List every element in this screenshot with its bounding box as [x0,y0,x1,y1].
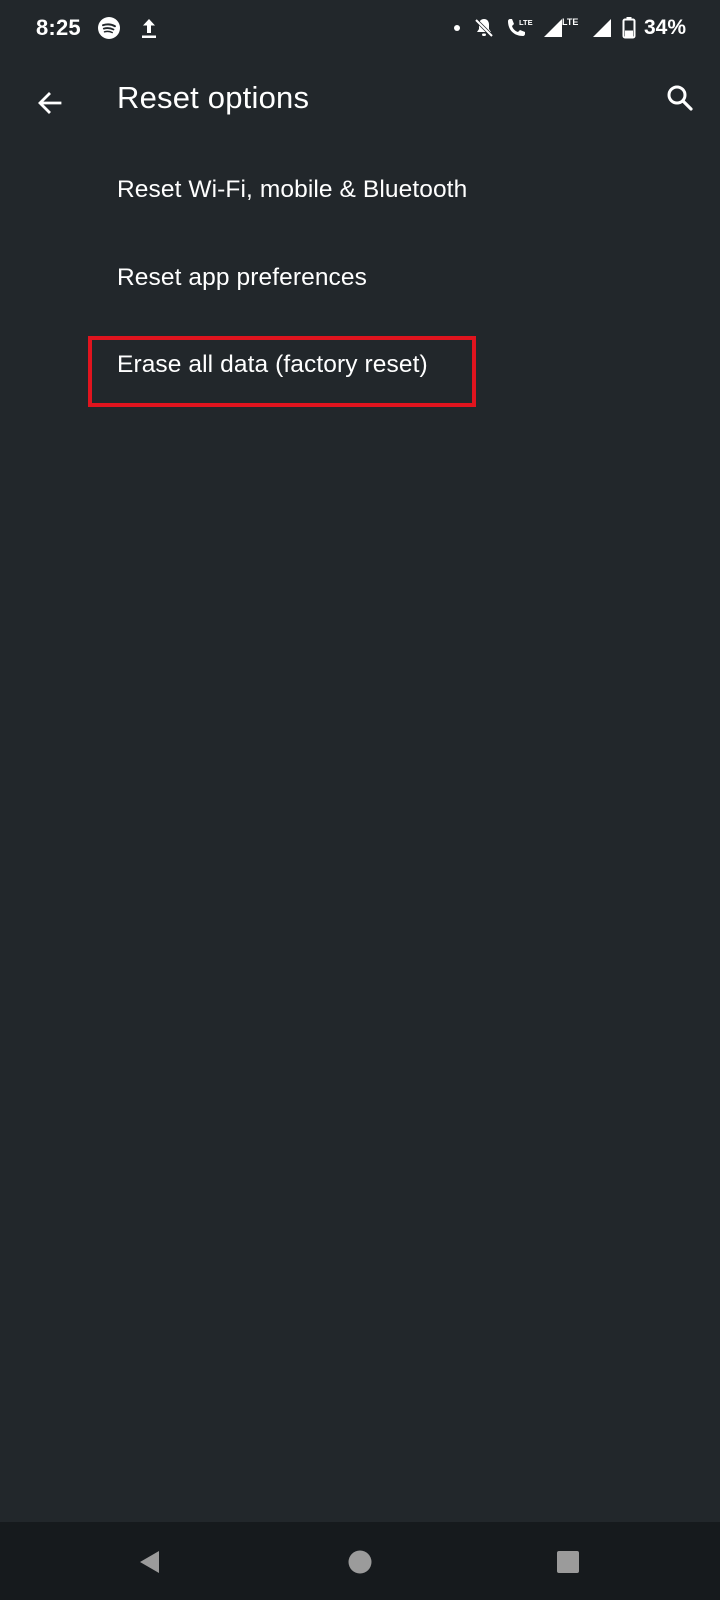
status-time: 8:25 [36,15,81,40]
spotify-icon [97,16,121,40]
search-icon [667,85,693,111]
nav-home-button[interactable] [334,1536,386,1588]
page-title: Reset options [117,80,310,115]
back-button[interactable] [26,79,74,127]
nav-back-button[interactable] [124,1536,176,1588]
list-item-reset-network[interactable]: Reset Wi-Fi, mobile & Bluetooth [0,147,720,233]
signal-lte-icon: LTE [542,16,582,40]
bell-off-icon [472,16,496,40]
lte-label: LTE [562,17,578,27]
app-bar: Reset options [0,56,720,150]
arrow-back-icon [38,92,62,114]
screen: 8:25 LTE LTE 34% Reset options Reset Wi-… [0,0,720,1600]
list-item-factory-reset[interactable]: Erase all data (factory reset) [0,322,720,408]
notification-dot-icon [450,16,464,40]
status-left: 8:25 [36,15,161,41]
navigation-bar [0,1522,720,1600]
nav-back-icon [140,1551,159,1573]
volte-label: LTE [519,18,533,27]
upload-icon [137,16,161,40]
battery-percent: 34% [643,16,686,39]
volte-call-icon: LTE [504,16,534,40]
list-item-label: Reset app preferences [117,264,367,291]
list-item-label: Reset Wi-Fi, mobile & Bluetooth [117,176,468,203]
nav-recents-icon [557,1551,579,1573]
nav-recents-button[interactable] [542,1536,594,1588]
battery-icon [622,16,636,40]
status-right: LTE LTE 34% [450,16,686,40]
signal-icon [590,16,614,40]
nav-home-icon [348,1550,372,1574]
list-item-label: Erase all data (factory reset) [117,351,428,378]
list-item-reset-app-preferences[interactable]: Reset app preferences [0,235,720,321]
status-bar: 8:25 LTE LTE 34% [0,0,720,56]
search-button[interactable] [656,74,704,122]
